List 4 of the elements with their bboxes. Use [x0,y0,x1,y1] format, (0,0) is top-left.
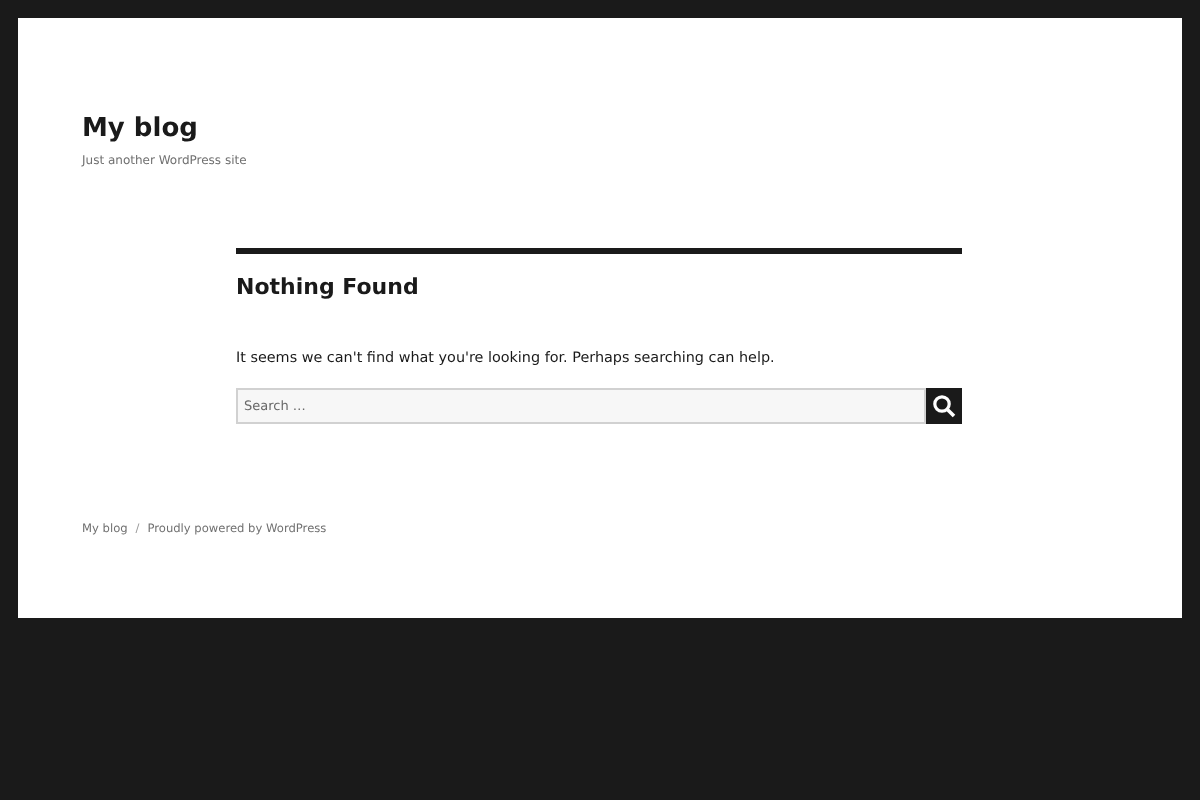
page-heading: Nothing Found [236,274,421,300]
search-button[interactable] [926,388,962,424]
site-title[interactable]: My blog [82,114,198,146]
search-icon [932,394,956,418]
